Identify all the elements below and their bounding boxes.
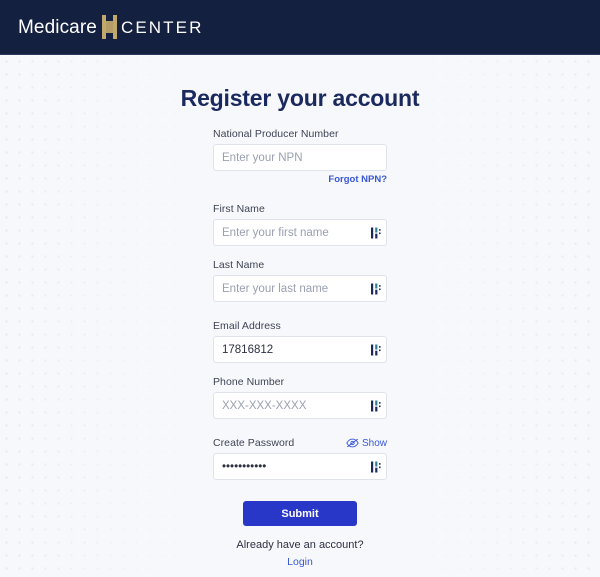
first-name-input[interactable] xyxy=(213,219,387,246)
field-email: Email Address xyxy=(213,320,387,363)
submit-button[interactable]: Submit xyxy=(243,501,357,526)
autofill-icon[interactable] xyxy=(371,461,381,472)
logo-primary-text: Medicare xyxy=(18,18,97,37)
first-name-label: First Name xyxy=(213,203,387,215)
logo-secondary-text: CENTER xyxy=(121,19,204,36)
npn-label: National Producer Number xyxy=(213,128,387,140)
registration-page: Register your account National Producer … xyxy=(0,55,600,570)
page-title: Register your account xyxy=(181,85,420,112)
show-password-label: Show xyxy=(362,438,387,449)
first-name-input-wrap xyxy=(213,219,387,246)
field-phone: Phone Number xyxy=(213,376,387,419)
existing-account-prompt: Already have an account? xyxy=(213,539,387,551)
email-input[interactable] xyxy=(213,336,387,363)
email-label: Email Address xyxy=(213,320,387,332)
phone-label: Phone Number xyxy=(213,376,387,388)
forgot-npn-link[interactable]: Forgot NPN? xyxy=(213,174,387,185)
autofill-icon[interactable] xyxy=(371,283,381,294)
autofill-icon[interactable] xyxy=(371,227,381,238)
field-password: Create Password Show xyxy=(213,437,387,480)
autofill-icon[interactable] xyxy=(371,344,381,355)
site-header: Medicare CENTER xyxy=(0,0,600,55)
autofill-icon[interactable] xyxy=(371,400,381,411)
password-label: Create Password xyxy=(213,437,294,449)
registration-form: National Producer Number Forgot NPN? Fir… xyxy=(213,128,387,570)
npn-input[interactable] xyxy=(213,144,387,171)
field-last-name: Last Name xyxy=(213,259,387,302)
field-npn: National Producer Number Forgot NPN? xyxy=(213,128,387,185)
show-password-toggle[interactable]: Show xyxy=(346,438,387,449)
phone-input[interactable] xyxy=(213,392,387,419)
email-input-wrap xyxy=(213,336,387,363)
login-footer: Already have an account? Login xyxy=(213,539,387,570)
field-first-name: First Name xyxy=(213,203,387,246)
last-name-input-wrap xyxy=(213,275,387,302)
login-link[interactable]: Login xyxy=(287,556,313,568)
last-name-label: Last Name xyxy=(213,259,387,271)
brand-logo[interactable]: Medicare CENTER xyxy=(18,13,203,41)
password-label-row: Create Password Show xyxy=(213,437,387,449)
eye-off-icon[interactable] xyxy=(346,438,359,448)
i-beam-icon xyxy=(101,15,118,39)
last-name-input[interactable] xyxy=(213,275,387,302)
phone-input-wrap xyxy=(213,392,387,419)
password-input-wrap xyxy=(213,453,387,480)
password-input[interactable] xyxy=(213,453,387,480)
npn-input-wrap xyxy=(213,144,387,171)
